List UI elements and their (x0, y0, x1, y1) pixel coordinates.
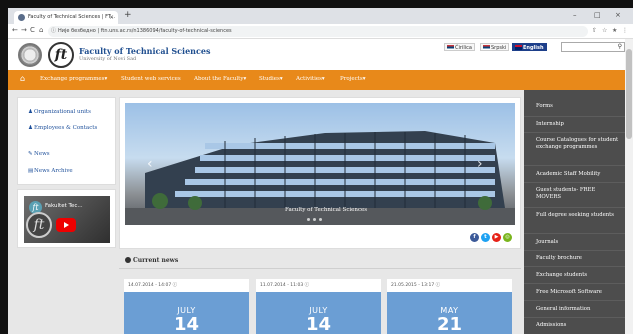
sidebar-item-general-information[interactable]: General information (536, 306, 621, 313)
new-tab-button[interactable]: + (124, 10, 132, 20)
link-organizational-units[interactable]: ♟Organizational units (28, 109, 91, 116)
slider-next-arrow[interactable]: › (477, 156, 483, 172)
nav-studies[interactable]: Studies▾ (259, 76, 283, 82)
news-date-tile[interactable]: MAY 21 (387, 292, 512, 334)
video-widget: ft Fakultet Tec... ft (17, 189, 116, 248)
video-title[interactable]: Fakultet Tec... (45, 203, 83, 209)
sidebar-item-faculty-brochure[interactable]: Faculty brochure (536, 255, 621, 262)
nav-projects[interactable]: Projects▾ (340, 76, 365, 82)
youtube-icon[interactable]: ▶ (492, 233, 501, 242)
right-sidebar: Forms Internship Course Catalogues for s… (524, 90, 625, 334)
minimize-icon[interactable]: – (573, 11, 577, 19)
url-text: ftn.uns.ac.rs/n1386094/faculty-of-techni… (100, 28, 232, 34)
menu-icon[interactable]: ⋮ (622, 27, 628, 34)
home-icon[interactable]: ⌂ (39, 26, 43, 34)
sidebar-item-forms[interactable]: Forms (536, 103, 621, 110)
main-navigation: ⌂ Exchange programmes▾ Student web servi… (8, 70, 625, 90)
divider (119, 268, 521, 269)
lang-serbian-button[interactable]: Srpski (480, 43, 510, 51)
news-date-tile[interactable]: JULY 14 (256, 292, 381, 334)
university-seal-logo[interactable] (18, 43, 42, 67)
news-day: 14 (173, 314, 200, 334)
news-day: 14 (305, 314, 332, 334)
current-news-heading: Current news (125, 257, 178, 264)
scrollbar-thumb[interactable] (626, 49, 632, 139)
nav-exchange-programmes[interactable]: Exchange programmes▾ (40, 76, 107, 82)
slider-dots[interactable] (307, 216, 325, 223)
reload-icon[interactable]: C (30, 26, 35, 34)
sidebar-item-academic-staff-mobility[interactable]: Academic Staff Mobility (536, 171, 621, 178)
other-social-icon[interactable]: ◎ (503, 233, 512, 242)
site-title[interactable]: Faculty of Technical Sciences (79, 46, 210, 56)
tab-favicon-icon (18, 14, 25, 21)
news-date: 21.05.2015 - 13:17 ⓘ (391, 283, 441, 288)
news-date: 11.07.2014 - 11:03 ⓘ (260, 283, 310, 288)
lang-cyrillic-button[interactable]: Ćirilica (444, 43, 475, 51)
hero-image-building[interactable]: ‹ › Faculty of Technical Sciences (125, 103, 515, 225)
news-card[interactable]: 11.07.2014 - 11:03 ⓘ JULY 14 (256, 279, 381, 334)
browser-address-bar: ← → C ⌂ ⓘ Није безбедно | ftn.uns.ac.rs/… (8, 24, 633, 39)
sidebar-item-guest-students[interactable]: Guest students- FREE MOVERS (536, 187, 621, 201)
share-icon[interactable]: ⇧ (592, 27, 597, 34)
bookmark-icon[interactable]: ☆ (602, 27, 607, 34)
sidebar-item-course-catalogues[interactable]: Course Catalogues for student exchange p… (536, 137, 621, 151)
home-nav-icon[interactable]: ⌂ (20, 74, 25, 83)
page-scrollbar[interactable] (625, 39, 633, 334)
clock-icon (125, 257, 131, 263)
faculty-logo[interactable]: ft (48, 42, 74, 68)
news-date: 14.07.2014 - 14:07 ⓘ (128, 283, 178, 288)
screen-frame-left (0, 0, 8, 334)
news-card[interactable]: 21.05.2015 - 13:17 ⓘ MAY 21 (387, 279, 512, 334)
tab-close-icon[interactable]: × (109, 11, 114, 24)
serbian-flag-icon (483, 45, 490, 50)
nav-activities[interactable]: Activities▾ (296, 76, 325, 82)
news-day: 21 (436, 314, 463, 334)
video-faculty-logo: ft (26, 212, 52, 238)
news-date-tile[interactable]: JULY 14 (124, 292, 249, 334)
sidebar-item-free-microsoft-software[interactable]: Free Microsoft Software (536, 289, 621, 296)
back-icon[interactable]: ← (12, 26, 18, 34)
url-field[interactable]: ⓘ Није безбедно | ftn.uns.ac.rs/n1386094… (48, 26, 588, 37)
sidebar-item-journals[interactable]: Journals (536, 239, 621, 246)
browser-tab[interactable]: Faculty of Technical Sciences | FT... × (14, 11, 118, 24)
info-icon: ⓘ (51, 28, 57, 34)
search-input[interactable]: ⚲ (561, 42, 625, 52)
tab-title: Faculty of Technical Sciences | FT... (28, 14, 116, 20)
slide-caption: Faculty of Technical Sciences (285, 207, 368, 213)
uk-flag-icon (515, 45, 522, 50)
sidebar-item-admissions[interactable]: Admissions (536, 322, 621, 329)
news-card[interactable]: 14.07.2014 - 14:07 ⓘ JULY 14 (124, 279, 249, 334)
maximize-icon[interactable]: □ (594, 11, 601, 19)
sidebar-item-internship[interactable]: Internship (536, 121, 621, 128)
extensions-icon[interactable]: ★ (612, 27, 617, 34)
twitter-icon[interactable]: t (481, 233, 490, 242)
link-news[interactable]: ✎News (28, 151, 50, 158)
left-quick-links: ♟Organizational units ♟Employees & Conta… (17, 97, 116, 185)
slider-prev-arrow[interactable]: ‹ (147, 156, 153, 172)
lang-english-button[interactable]: English (512, 43, 547, 51)
serbian-flag-icon (447, 45, 454, 50)
sidebar-item-full-degree[interactable]: Full degree seeking students (536, 212, 621, 219)
facebook-icon[interactable]: f (470, 233, 479, 242)
video-thumbnail[interactable]: ft Fakultet Tec... ft (24, 196, 110, 243)
close-window-icon[interactable]: × (615, 11, 621, 19)
screen-frame-top (0, 0, 633, 8)
link-news-archive[interactable]: ▤News Archive (28, 168, 73, 175)
hero-slider-container: ‹ › Faculty of Technical Sciences f t ▶ … (119, 97, 521, 249)
link-employees-contacts[interactable]: ♟Employees & Contacts (28, 125, 108, 132)
nav-about-faculty[interactable]: About the Faculty▾ (194, 76, 246, 82)
url-security-label: Није безбедно (58, 28, 96, 34)
site-subtitle: University of Novi Sad (79, 56, 137, 62)
forward-icon[interactable]: → (21, 26, 27, 34)
browser-tabbar: Faculty of Technical Sciences | FT... × … (8, 8, 633, 24)
sidebar-item-exchange-students[interactable]: Exchange students (536, 272, 621, 279)
site-header: ft Faculty of Technical Sciences Univers… (8, 39, 625, 70)
nav-student-web-services[interactable]: Student web services (121, 76, 181, 82)
play-icon[interactable] (56, 218, 76, 232)
search-icon[interactable]: ⚲ (618, 43, 622, 50)
